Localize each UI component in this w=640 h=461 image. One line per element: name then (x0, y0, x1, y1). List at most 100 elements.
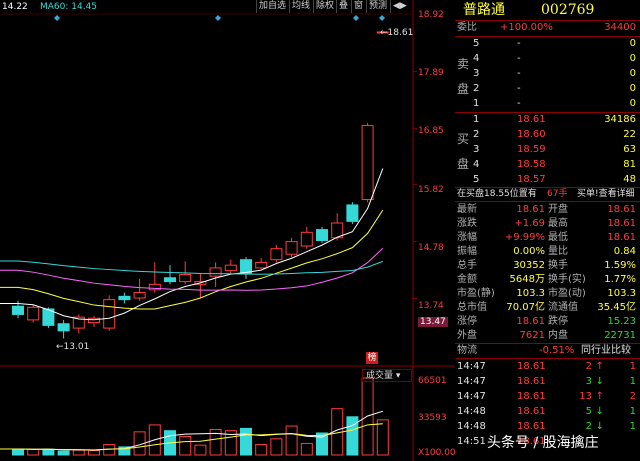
volume-bar-up (255, 444, 268, 456)
order-book-row[interactable]: 2 18.60 22 (455, 128, 640, 142)
tab-industry-compare[interactable]: 同行业比较 (581, 344, 631, 358)
order-notice[interactable]: 在买盘18.55位置有 67手 买单!查看详细 (455, 188, 640, 200)
rank-badge[interactable]: 榜 (366, 352, 378, 364)
ma60-label: MA60: 14.45 (40, 2, 98, 12)
volume-tick: 66501 (418, 376, 447, 386)
stat-label: 跌停 (548, 316, 568, 327)
stat-value: 18.61 (516, 316, 545, 327)
watermark: 头条号 / 股海擒庄 (487, 435, 599, 451)
order-book-row[interactable]: 4 - 0 (455, 52, 640, 66)
forecast-button[interactable]: 预测 (366, 0, 389, 13)
tick-time: 14:48 (457, 406, 486, 417)
order-book-row[interactable]: 3 18.59 63 (455, 143, 640, 157)
tick-volume: 5 (585, 406, 592, 417)
order-book-row[interactable]: 5 - 0 (455, 37, 640, 51)
book-price: - (517, 38, 521, 49)
candle-down (12, 305, 24, 315)
current-price-tag: 13.47 (418, 317, 448, 327)
stat-label: 涨停 (457, 316, 477, 327)
order-ratio-row: 委比 +100.00% 34400 (455, 21, 640, 35)
stock-name: 普路通 (463, 2, 505, 18)
volume-bar-up (270, 438, 283, 456)
order-book-row[interactable]: 1 - 0 (455, 97, 640, 111)
stat-value: +9.99% (504, 232, 545, 243)
price-tick: 13.74 (418, 301, 444, 311)
volume-bar-up (376, 419, 389, 456)
stat-label: 量比 (548, 246, 568, 257)
low-callout: ←13.01 (56, 342, 90, 352)
book-volume: 0 (629, 98, 636, 109)
candle-up (300, 231, 313, 247)
ma-button[interactable]: 均线 (289, 0, 312, 13)
order-book-row[interactable]: 4 18.58 81 (455, 158, 640, 172)
stat-value: 103.3 (607, 288, 636, 299)
stat-label: 换手 (548, 260, 568, 271)
tab-sector[interactable]: 物流 (457, 344, 477, 358)
volume-bar-down (42, 448, 55, 456)
volume-bar-down (240, 427, 252, 456)
notice-detail-link[interactable]: 买单!查看详细 (577, 188, 635, 200)
buy-label-1: 买 (457, 132, 470, 146)
candle-up (255, 261, 268, 269)
sell-label-1: 卖 (457, 57, 470, 71)
price-tick: 16.85 (418, 126, 444, 136)
stat-value: 18.61 (607, 232, 636, 243)
stat-label: 市盈(静) (457, 288, 495, 299)
sector-tabs: 物流 -0.51% 同行业比较 (455, 344, 640, 358)
tick-count: 1 (629, 361, 636, 372)
tick-row: 14:47 18.61 2 ↑ 1 (455, 360, 640, 374)
tick-price: 18.61 (517, 376, 546, 387)
book-price: 18.59 (517, 144, 546, 155)
stats-row: 市盈(静) 103.3 市盈(动) 103.3 (455, 287, 640, 301)
stat-label: 振幅 (457, 246, 477, 257)
tick-price: 18.61 (517, 406, 546, 417)
stat-label: 总市值 (457, 302, 487, 313)
kline-chart[interactable] (0, 0, 455, 461)
stats-row: 总手 30352 换手 1.59% (455, 259, 640, 273)
volume-bar-up (300, 442, 313, 456)
sector-change: -0.51% (539, 345, 575, 356)
candle-down (346, 204, 359, 222)
stat-value: 35.45亿 (597, 302, 636, 313)
candle-down (316, 229, 328, 242)
stat-value: 18.61 (607, 218, 636, 229)
window-button[interactable]: 窗 (351, 0, 365, 13)
tick-time: 14:47 (457, 391, 486, 402)
book-volume: 48 (623, 174, 636, 185)
add-watchlist-button[interactable]: 加自选 (256, 0, 288, 13)
candle-up (103, 299, 116, 329)
stats-row: 最新 18.61 开盘 18.61 (455, 203, 640, 217)
stat-label: 最高 (548, 218, 568, 229)
order-book-row[interactable]: 3 - 0 (455, 67, 640, 81)
ex-rights-button[interactable]: 除权 (313, 0, 336, 13)
divider (455, 358, 640, 359)
ratio-percent: +100.00% (500, 22, 553, 33)
arrow-up-icon: ↑ (595, 391, 604, 402)
tick-time: 14:47 (457, 376, 486, 387)
stat-label: 最新 (457, 204, 477, 215)
volume-indicator-tag[interactable]: 成交量 ▾ (362, 369, 412, 382)
candle-up (285, 241, 298, 255)
candle-up (133, 292, 146, 299)
stat-value: 103.3 (516, 288, 545, 299)
order-book-row[interactable]: 5 18.57 48 (455, 173, 640, 187)
book-level: 1 (473, 98, 480, 109)
tick-count: 2 (629, 391, 636, 402)
book-level: 5 (473, 38, 480, 49)
arrow-down-icon: ↓ (595, 406, 604, 417)
stats-row: 外盘 7621 内盘 22731 (455, 329, 640, 343)
stat-value: 18.61 (516, 204, 545, 215)
candle-up (224, 264, 237, 272)
tick-count: 1 (629, 376, 636, 387)
price-tick: 14.78 (418, 243, 444, 253)
nav-arrows-button[interactable]: ◀▶ (390, 0, 409, 13)
order-book-row[interactable]: 2 - 0 (455, 82, 640, 96)
stat-value: 0.00% (513, 246, 545, 257)
volume-bar-up (285, 425, 298, 456)
volume-bar-up (27, 448, 40, 456)
overlay-button[interactable]: 叠 (336, 0, 350, 13)
order-book-row[interactable]: 1 18.61 34186 (455, 113, 640, 127)
volume-bar-up (179, 435, 192, 456)
book-level: 3 (473, 144, 480, 155)
candle-up (361, 125, 374, 200)
